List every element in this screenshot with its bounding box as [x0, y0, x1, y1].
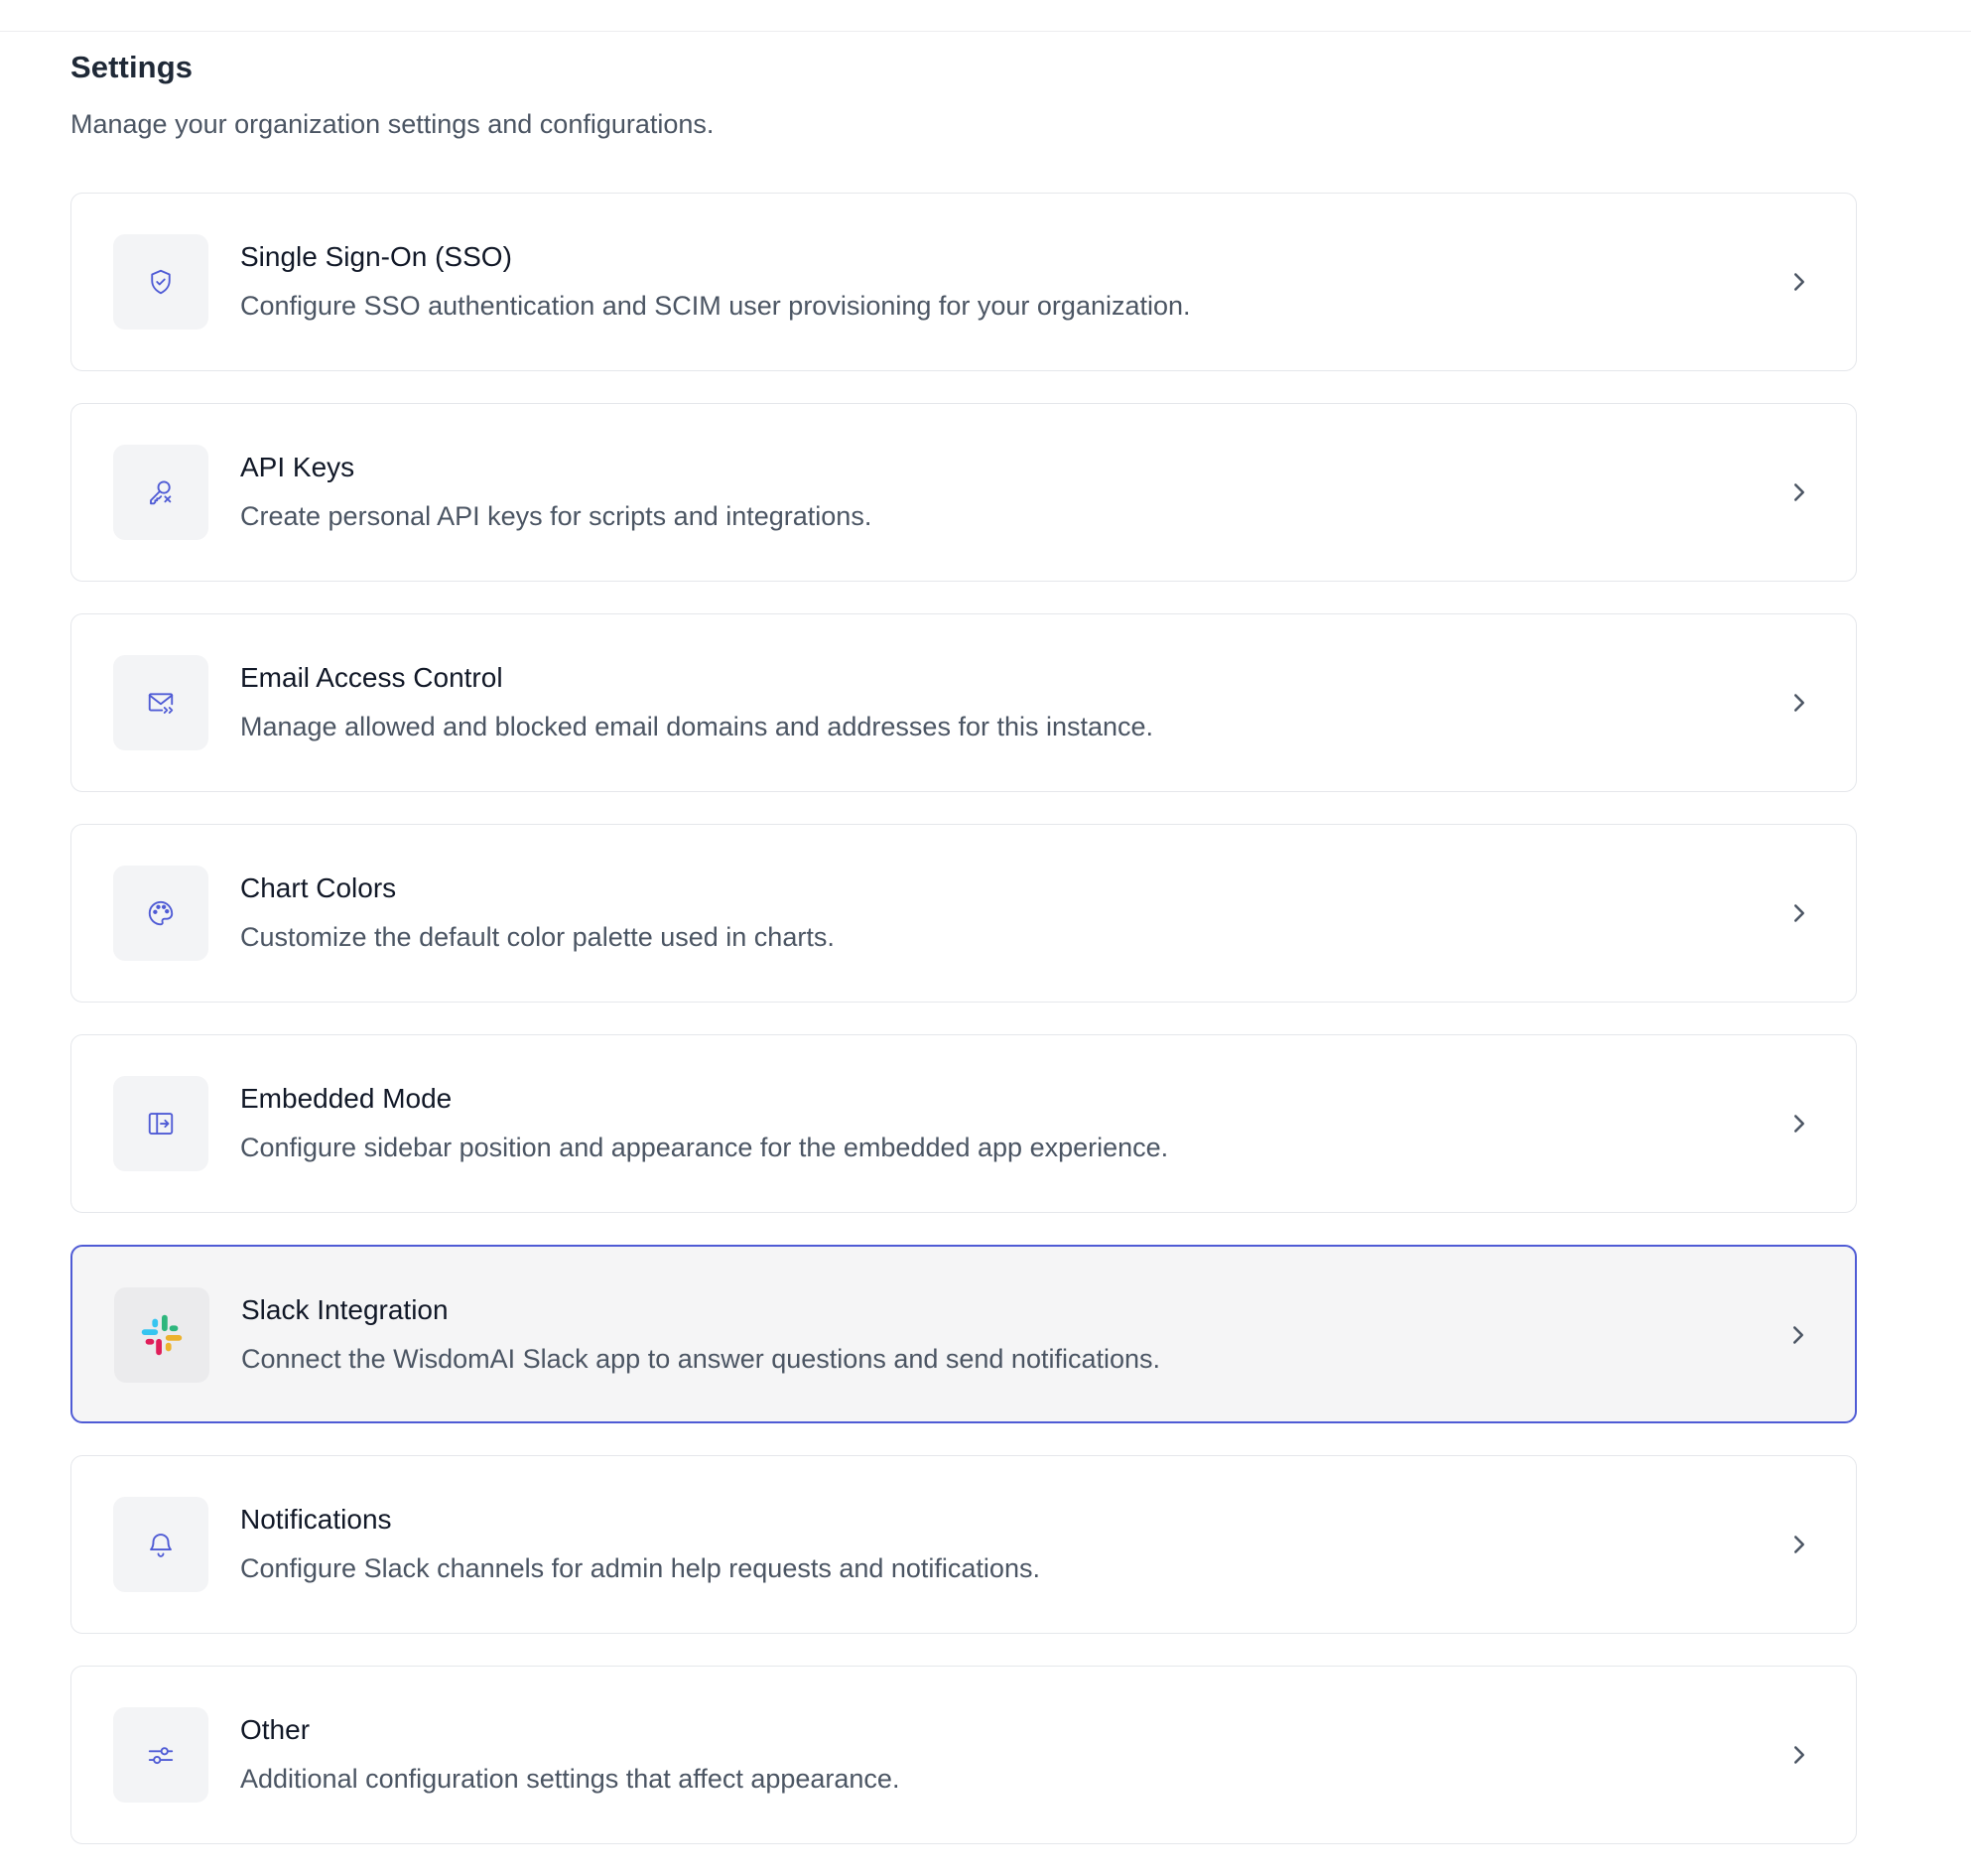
- settings-card-chart-colors[interactable]: Chart Colors Customize the default color…: [70, 824, 1857, 1003]
- mail-forward-icon: [113, 655, 208, 750]
- page-title: Settings: [70, 50, 194, 84]
- settings-card-other[interactable]: Other Additional configuration settings …: [70, 1666, 1857, 1844]
- palette-icon: [113, 866, 208, 961]
- card-description: Manage allowed and blocked email domains…: [240, 712, 1154, 741]
- card-description: Configure Slack channels for admin help …: [240, 1553, 1040, 1583]
- key-icon: [113, 445, 208, 540]
- settings-card-api-keys[interactable]: API Keys Create personal API keys for sc…: [70, 403, 1857, 582]
- sidebar-enter-icon: [113, 1076, 208, 1171]
- card-description: Configure sidebar position and appearanc…: [240, 1133, 1169, 1162]
- card-title: API Keys: [240, 452, 355, 482]
- chevron-right-icon: [1794, 1115, 1804, 1133]
- card-description: Configure SSO authentication and SCIM us…: [240, 291, 1191, 321]
- bell-icon: [113, 1497, 208, 1592]
- card-title: Chart Colors: [240, 872, 397, 903]
- sliders-icon: [113, 1707, 208, 1803]
- card-title: Notifications: [240, 1504, 392, 1535]
- settings-card-email-access-control[interactable]: Email Access Control Manage allowed and …: [70, 613, 1857, 792]
- settings-card-embedded-mode[interactable]: Embedded Mode Configure sidebar position…: [70, 1034, 1857, 1213]
- settings-card-sso[interactable]: Single Sign-On (SSO) Configure SSO authe…: [70, 193, 1857, 371]
- chevron-right-icon: [1793, 1326, 1803, 1344]
- chevron-right-icon: [1794, 904, 1804, 922]
- card-description: Additional configuration settings that a…: [240, 1764, 900, 1794]
- card-title: Other: [240, 1714, 311, 1745]
- settings-card-slack-integration[interactable]: Slack Integration Connect the WisdomAI S…: [70, 1245, 1857, 1423]
- card-title: Embedded Mode: [240, 1083, 453, 1114]
- card-title: Slack Integration: [241, 1294, 449, 1325]
- page-subtitle: Manage your organization settings and co…: [70, 109, 715, 139]
- top-bar: [0, 0, 1971, 32]
- slack-logo-icon: [114, 1287, 209, 1383]
- chevron-right-icon: [1794, 273, 1804, 291]
- chevron-right-icon: [1794, 1536, 1804, 1553]
- card-description: Connect the WisdomAI Slack app to answer…: [241, 1344, 1161, 1374]
- chevron-right-icon: [1794, 483, 1804, 501]
- settings-card-list: Single Sign-On (SSO) Configure SSO authe…: [70, 193, 1857, 1876]
- shield-check-icon: [113, 234, 208, 330]
- card-description: Customize the default color palette used…: [240, 922, 835, 952]
- chevron-right-icon: [1794, 694, 1804, 712]
- card-title: Single Sign-On (SSO): [240, 241, 512, 272]
- chevron-right-icon: [1794, 1746, 1804, 1764]
- card-title: Email Access Control: [240, 662, 503, 693]
- settings-card-notifications[interactable]: Notifications Configure Slack channels f…: [70, 1455, 1857, 1634]
- card-description: Create personal API keys for scripts and…: [240, 501, 872, 531]
